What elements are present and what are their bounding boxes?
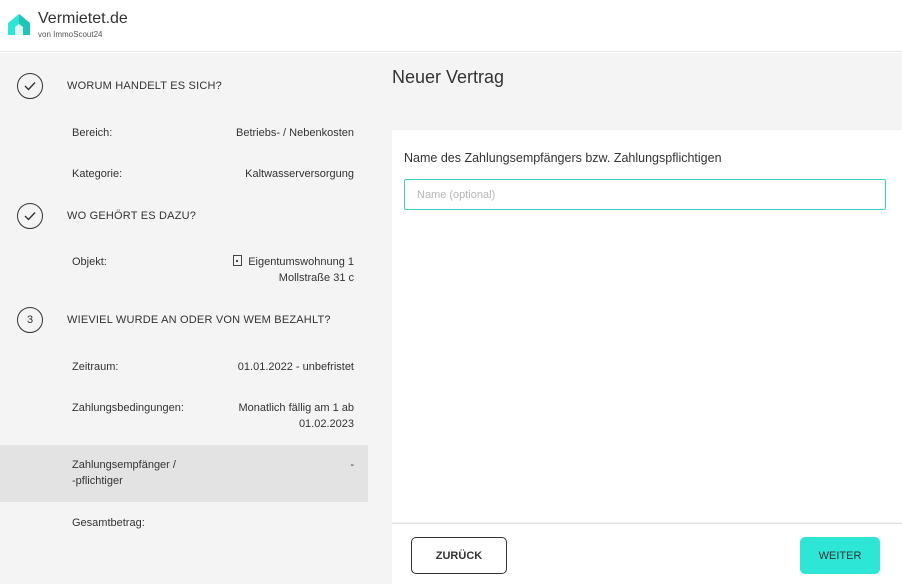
step-complete-check-icon: [17, 73, 43, 99]
main-content: Neuer Vertrag Name des Zahlungsempfänger…: [368, 53, 902, 584]
summary-row-kategorie[interactable]: Kategorie: Kaltwasserversorgung: [0, 166, 368, 186]
row-value: 01.01.2022 - unbefristet: [237, 361, 354, 373]
row-label: Kategorie:: [72, 168, 123, 180]
summary-row-zahlungsbedingungen[interactable]: Zahlungsbedingungen: Monatlich fällig am…: [0, 400, 368, 436]
progress-sidebar: WORUM HANDELT ES SICH? Bereich: Betriebs…: [0, 53, 368, 584]
row-label: Zeitraum:: [72, 361, 119, 373]
step-title: WO GEHÖRT ES DAZU?: [67, 210, 197, 222]
row-label: Gesamtbetrag:: [72, 517, 145, 529]
step-complete-check-icon: [17, 203, 43, 229]
summary-row-zahlungsempfaenger[interactable]: Zahlungsempfänger / -pflichtiger -: [0, 445, 368, 502]
row-value: Eigentumswohnung 1 Mollstraße 31 c: [233, 254, 354, 286]
summary-row-bereich[interactable]: Bereich: Betriebs- / Nebenkosten: [0, 125, 368, 145]
summary-row-zeitraum[interactable]: Zeitraum: 01.01.2022 - unbefristet: [0, 359, 368, 379]
row-value: Monatlich fällig am 1 ab 01.02.2023: [238, 402, 354, 430]
step-worum[interactable]: WORUM HANDELT ES SICH?: [0, 73, 368, 103]
form-footer: ZURÜCK WEITER: [392, 523, 902, 584]
back-button[interactable]: ZURÜCK: [411, 537, 507, 574]
summary-row-gesamtbetrag[interactable]: Gesamtbetrag:: [0, 515, 368, 535]
brand-subtitle: von ImmoScout24: [38, 30, 103, 39]
form-card: Name des Zahlungsempfängers bzw. Zahlung…: [392, 130, 902, 522]
row-label: Bereich:: [72, 127, 113, 139]
row-value: Betriebs- / Nebenkosten: [235, 127, 354, 139]
step-wo[interactable]: WO GEHÖRT ES DAZU?: [0, 203, 368, 233]
payee-field-label: Name des Zahlungsempfängers bzw. Zahlung…: [404, 151, 722, 165]
door-icon: [233, 255, 243, 266]
row-label: Zahlungsbedingungen:: [72, 402, 184, 414]
brand-name: Vermietet.de: [38, 10, 128, 27]
row-value: Kaltwasserversorgung: [245, 168, 354, 180]
payee-name-input[interactable]: [404, 179, 886, 210]
app-header: Vermietet.de von ImmoScout24: [0, 0, 902, 52]
step-wieviel[interactable]: 3 WIEVIEL WURDE AN ODER VON WEM BEZAHLT?: [0, 307, 368, 337]
step-number-badge: 3: [17, 307, 43, 333]
row-label: Zahlungsempfänger / -pflichtiger: [72, 459, 176, 487]
summary-row-objekt[interactable]: Objekt: Eigentumswohnung 1 Mollstraße 31…: [0, 254, 368, 290]
vermietet-logo-icon[interactable]: [6, 11, 32, 37]
step-title: WORUM HANDELT ES SICH?: [67, 80, 222, 92]
row-value: -: [350, 459, 354, 471]
step-title: WIEVIEL WURDE AN ODER VON WEM BEZAHLT?: [67, 314, 331, 326]
next-button[interactable]: WEITER: [800, 537, 880, 574]
page-title: Neuer Vertrag: [392, 67, 505, 87]
row-label: Objekt:: [72, 256, 107, 268]
